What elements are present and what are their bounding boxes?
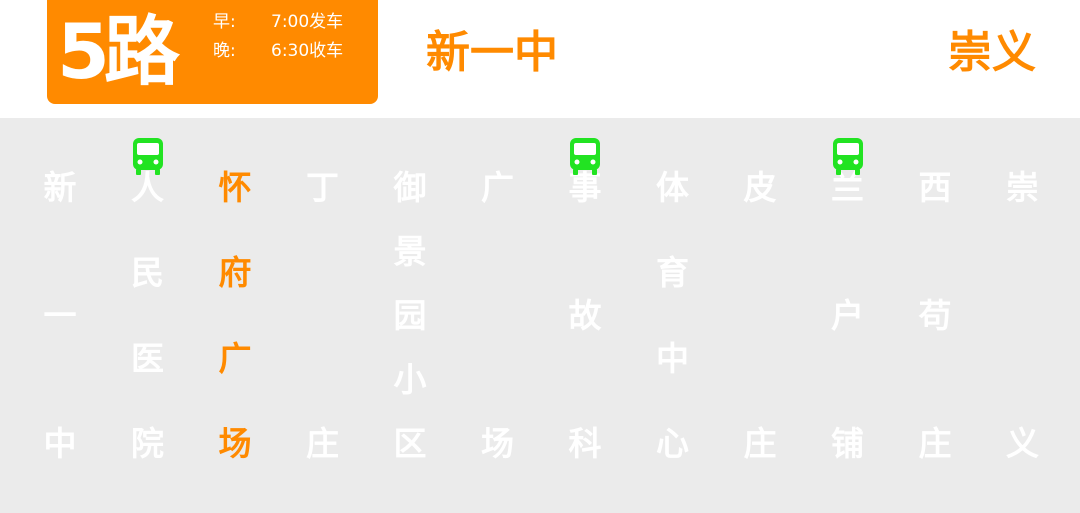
stop-char: 怀 <box>218 168 252 207</box>
stop-11: 崇义 <box>983 118 1063 513</box>
stop-char: 场 <box>481 424 514 463</box>
stop-char: 心 <box>656 424 689 463</box>
stop-char: 小 <box>393 360 427 399</box>
stop-char: 一 <box>43 296 77 335</box>
stop-7: 体育中心 <box>633 118 713 513</box>
stop-9: 兰户铺 <box>808 118 888 513</box>
stop-char: 景 <box>393 232 427 271</box>
stop-char: 义 <box>1006 424 1039 463</box>
bus-icon <box>832 137 864 177</box>
stop-char: 西 <box>918 168 952 207</box>
stop-char: 苟 <box>918 296 952 335</box>
stop-char: 新 <box>43 168 77 207</box>
stop-0: 新一中 <box>20 118 100 513</box>
stop-char: 府 <box>218 253 252 293</box>
stop-char: 御 <box>393 168 427 207</box>
bus-icon <box>569 137 601 177</box>
stop-char: 庄 <box>306 424 339 463</box>
stop-char: 丁 <box>306 168 339 207</box>
stops-panel: 新一中人民医院怀府广场丁庄御景园小区广场事故科体育中心皮庄兰户铺西苟庄崇义 <box>0 118 1080 513</box>
stop-char: 园 <box>393 296 427 335</box>
route-badge: 5路 早: 7:00发车 晚: 6:30收车 <box>47 0 378 104</box>
stop-char: 院 <box>131 424 164 463</box>
last-departure-time: 6:30收车 <box>271 41 344 61</box>
stop-char: 广 <box>218 338 252 378</box>
last-departure: 晚: 6:30收车 <box>213 37 343 66</box>
stop-char: 区 <box>393 424 427 463</box>
stop-char: 崇 <box>1006 168 1039 207</box>
stop-char: 广 <box>481 168 514 207</box>
stop-char: 医 <box>131 338 164 378</box>
stop-char: 铺 <box>831 424 864 463</box>
stop-1: 人民医院 <box>108 118 188 513</box>
stop-2: 怀府广场 <box>195 118 275 513</box>
first-departure: 早: 7:00发车 <box>213 8 343 37</box>
stop-char: 科 <box>568 424 602 463</box>
bus-icon <box>132 137 164 177</box>
stop-char: 故 <box>568 296 602 335</box>
stop-char: 民 <box>131 253 164 293</box>
stop-6: 事故科 <box>545 118 625 513</box>
stop-char: 户 <box>831 296 864 335</box>
route-number: 5路 <box>57 7 180 96</box>
terminus-station: 崇义 <box>948 27 1036 78</box>
stop-char: 庄 <box>743 424 777 463</box>
stop-char: 体 <box>656 168 689 207</box>
stop-4: 御景园小区 <box>370 118 450 513</box>
stop-10: 西苟庄 <box>895 118 975 513</box>
first-departure-label: 早: <box>213 12 236 32</box>
stop-5: 广场 <box>458 118 538 513</box>
stop-char: 场 <box>218 424 252 463</box>
last-departure-label: 晚: <box>213 41 236 61</box>
stop-3: 丁庄 <box>283 118 363 513</box>
stop-8: 皮庄 <box>720 118 800 513</box>
schedule: 早: 7:00发车 晚: 6:30收车 <box>213 8 343 66</box>
first-departure-time: 7:00发车 <box>271 12 344 32</box>
stop-char: 皮 <box>743 168 777 207</box>
origin-station: 新一中 <box>426 27 558 78</box>
stop-char: 庄 <box>918 424 952 463</box>
route-header: 5路 早: 7:00发车 晚: 6:30收车 新一中 崇义 <box>0 0 1080 118</box>
stop-char: 中 <box>43 424 77 463</box>
stop-char: 育 <box>656 253 689 293</box>
stop-char: 中 <box>656 338 689 378</box>
